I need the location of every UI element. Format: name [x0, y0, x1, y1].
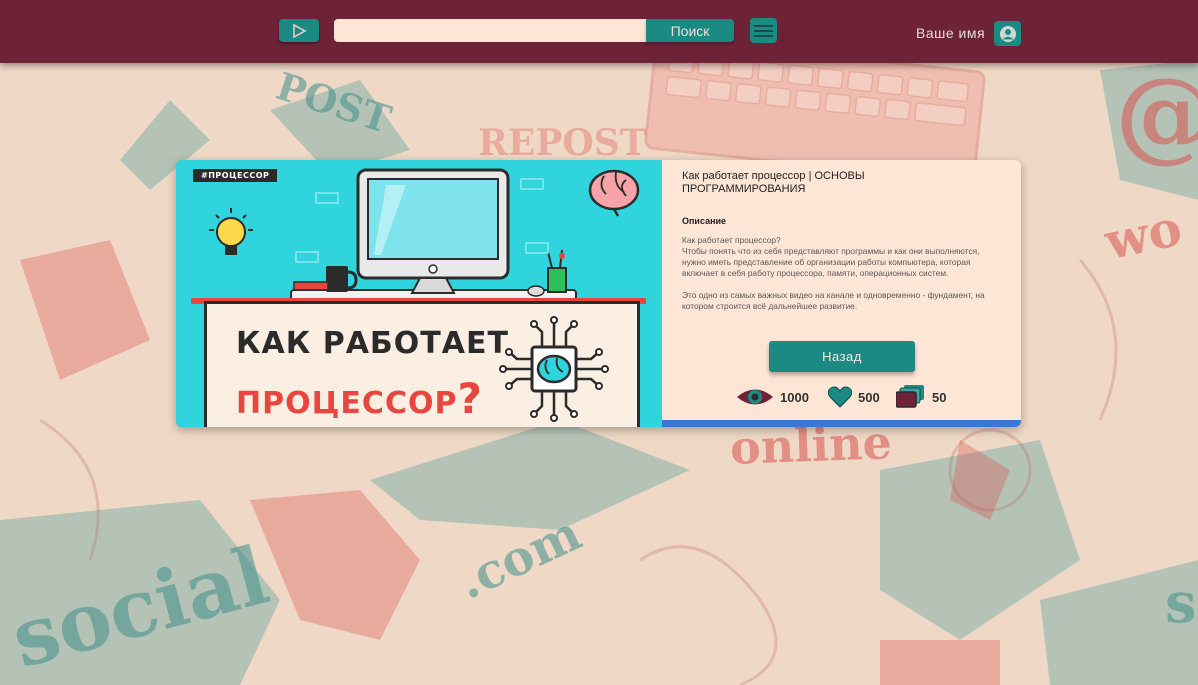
video-thumbnail[interactable]: #ПРОЦЕССОР КАК РАБОТАЕТ ПРОЦЕССОР? — [176, 160, 662, 427]
thumbnail-headline-1: КАК РАБОТАЕТ — [236, 326, 509, 361]
description-paragraph: Это одно из самых важных видео на канале… — [682, 290, 985, 311]
user-name[interactable]: Ваше имя — [916, 25, 985, 41]
thumbnail-tag: #ПРОЦЕССОР — [193, 169, 278, 182]
video-card: #ПРОЦЕССОР КАК РАБОТАЕТ ПРОЦЕССОР? Как р… — [176, 160, 1021, 427]
search-input[interactable] — [334, 19, 648, 42]
description-paragraph: Как работает процессор? Чтобы понять что… — [682, 235, 980, 278]
thumbnail-headline-2: ПРОЦЕССОР? — [236, 374, 483, 423]
video-title: Как работает процессор | ОСНОВЫ ПРОГРАММ… — [682, 170, 865, 195]
avatar-button[interactable] — [994, 21, 1021, 46]
description-label: Описание — [682, 216, 727, 226]
likes-stat[interactable]: 500 — [828, 383, 880, 411]
thumbnail-headline-2-text: ПРОЦЕССОР — [236, 386, 458, 421]
user-icon — [999, 25, 1016, 42]
back-button[interactable]: Назад — [769, 341, 915, 372]
menu-icon-line — [754, 29, 773, 32]
thumbnail-banner: КАК РАБОТАЕТ ПРОЦЕССОР? — [204, 301, 640, 427]
video-description: Как работает процессор? Чтобы понять что… — [682, 235, 987, 312]
collection-icon — [896, 385, 924, 408]
chip-brain-icon — [499, 316, 609, 422]
menu-button[interactable] — [750, 18, 777, 43]
heart-icon — [828, 386, 852, 408]
views-count: 1000 — [780, 389, 809, 405]
eye-icon — [737, 389, 773, 405]
bg-doodle-repost: REPOST — [478, 122, 647, 164]
bg-doodle-s: s — [1165, 570, 1197, 636]
thumbnail-question-mark: ? — [457, 374, 483, 423]
play-icon — [293, 23, 307, 38]
video-stats: 1000 500 50 — [736, 383, 996, 411]
card-accent-bar — [662, 420, 1021, 427]
menu-icon-line — [754, 34, 773, 37]
top-navbar: Поиск Ваше имя — [0, 0, 1198, 63]
views-stat: 1000 — [736, 383, 809, 411]
likes-count: 500 — [858, 389, 880, 405]
search-button[interactable]: Поиск — [646, 19, 734, 42]
menu-icon-line — [754, 24, 773, 27]
video-info: Как работает процессор | ОСНОВЫ ПРОГРАММ… — [662, 160, 1021, 427]
play-button[interactable] — [279, 19, 319, 42]
bg-doodle-at: @ — [1115, 55, 1198, 173]
saves-stat[interactable]: 50 — [896, 383, 946, 411]
saves-count: 50 — [932, 389, 947, 405]
